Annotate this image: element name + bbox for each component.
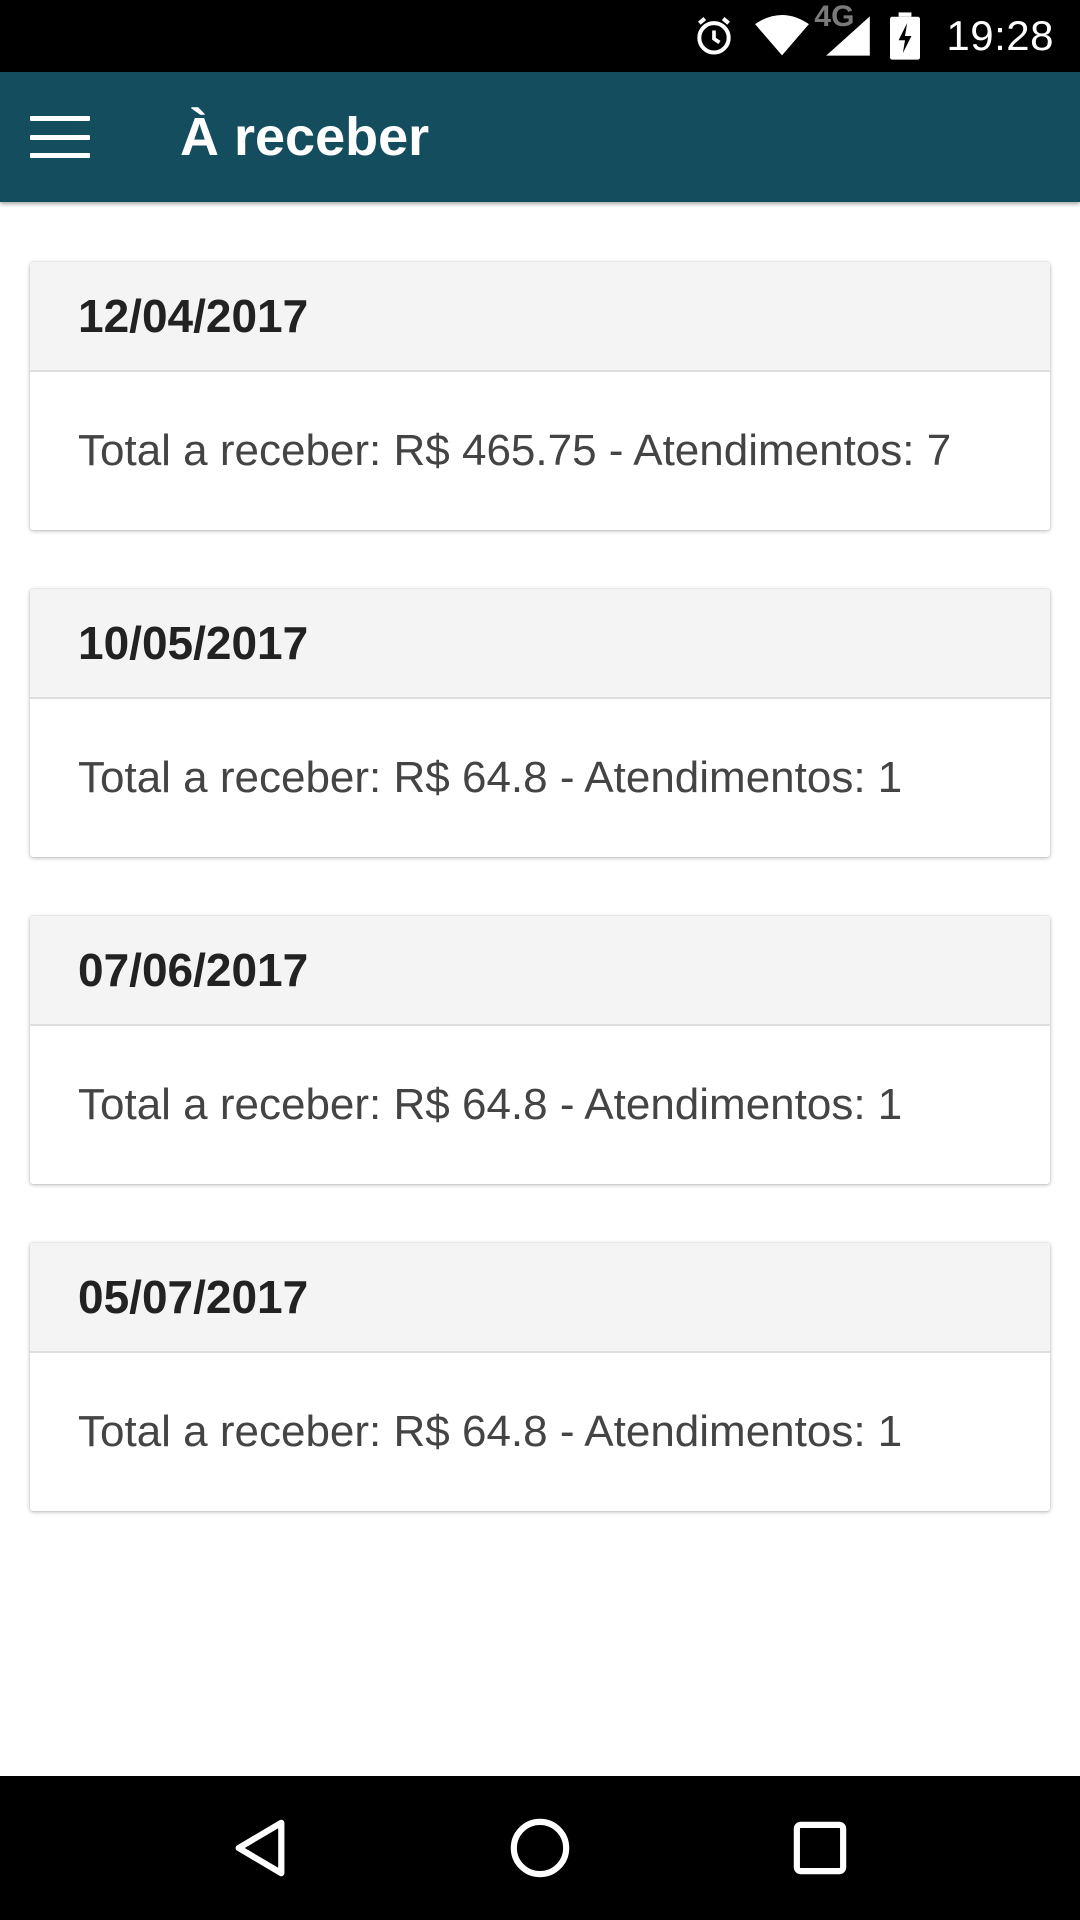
receivable-card[interactable]: 12/04/2017 Total a receber: R$ 465.75 - … [30, 262, 1050, 530]
alarm-icon [692, 14, 736, 58]
system-nav-bar [0, 1776, 1080, 1920]
card-summary: Total a receber: R$ 465.75 - Atendimento… [78, 426, 952, 475]
receivable-card[interactable]: 05/07/2017 Total a receber: R$ 64.8 - At… [30, 1243, 1050, 1511]
wifi-icon [754, 14, 810, 58]
receivable-card[interactable]: 10/05/2017 Total a receber: R$ 64.8 - At… [30, 589, 1050, 857]
card-date: 10/05/2017 [30, 589, 1050, 699]
receivable-card[interactable]: 07/06/2017 Total a receber: R$ 64.8 - At… [30, 916, 1050, 1184]
card-summary: Total a receber: R$ 64.8 - Atendimentos:… [78, 1407, 903, 1456]
page-title: À receber [180, 107, 430, 167]
card-summary-row: Total a receber: R$ 64.8 - Atendimentos:… [30, 1026, 1050, 1184]
card-date: 05/07/2017 [30, 1243, 1050, 1353]
cell-signal-icon: 4G [814, 0, 872, 58]
home-icon[interactable] [480, 1788, 600, 1908]
recents-icon[interactable] [760, 1788, 880, 1908]
card-date: 12/04/2017 [30, 262, 1050, 372]
card-summary-row: Total a receber: R$ 465.75 - Atendimento… [30, 372, 1050, 530]
back-icon[interactable] [200, 1788, 320, 1908]
card-summary-row: Total a receber: R$ 64.8 - Atendimentos:… [30, 1353, 1050, 1511]
status-time: 19:28 [946, 12, 1054, 59]
card-date: 07/06/2017 [30, 916, 1050, 1026]
app-bar: À receber [0, 72, 1080, 202]
card-summary: Total a receber: R$ 64.8 - Atendimentos:… [78, 1080, 903, 1129]
battery-charging-icon [890, 12, 921, 60]
hamburger-menu-icon[interactable] [30, 116, 90, 158]
card-summary-row: Total a receber: R$ 64.8 - Atendimentos:… [30, 699, 1050, 857]
card-summary: Total a receber: R$ 64.8 - Atendimentos:… [78, 753, 903, 802]
status-bar: 4G 19:28 [0, 0, 1080, 72]
network-type-label: 4G [814, 0, 855, 33]
